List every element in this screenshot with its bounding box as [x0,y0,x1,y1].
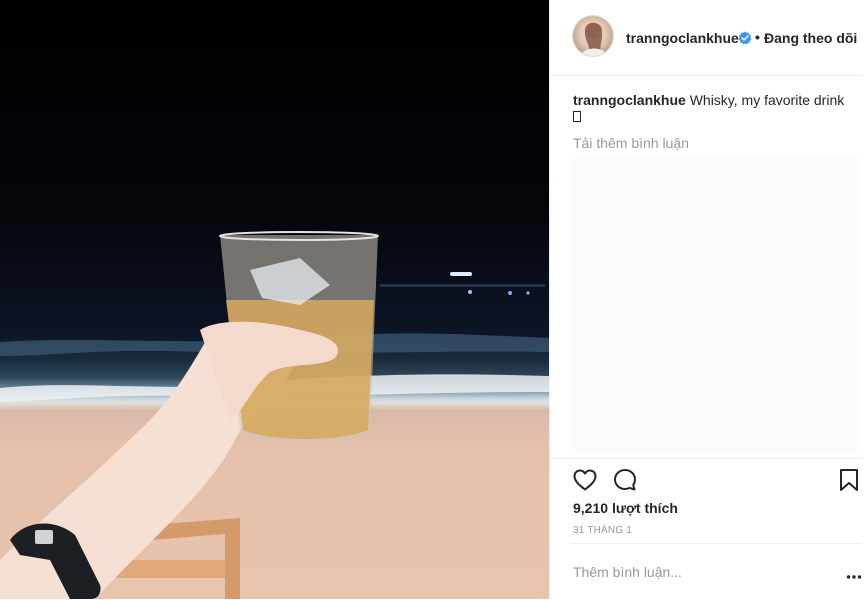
light [468,290,472,294]
shoreline-lights [380,284,545,287]
load-more-comments-link[interactable]: Tải thêm bình luận [573,134,689,152]
photo-scene [0,231,549,599]
post-actions [550,458,862,499]
avatar[interactable] [573,16,613,56]
light [450,272,472,276]
post-date[interactable]: 31 THÁNG 1 [573,525,632,537]
verified-badge-icon [738,31,752,45]
more-options-icon[interactable] [846,568,862,579]
light [508,291,512,295]
likes-number: 9,210 [573,500,609,516]
comment-bubble-icon[interactable] [612,467,638,493]
comments-area [570,158,858,454]
comment-input[interactable] [573,564,813,580]
post-caption: tranngoclankhue Whisky, my favorite drin… [573,91,853,109]
caption-text: Whisky, my favorite drink [689,92,845,108]
bookmark-icon[interactable] [836,467,862,493]
following-button[interactable]: Đang theo dõi [764,30,857,46]
separator-dot: • [755,29,760,45]
emoji-placeholder-icon [573,111,581,122]
likes-count[interactable]: 9,210 lượt thích [573,500,678,516]
watch-clasp [35,530,53,544]
light [526,291,530,295]
post-header: tranngoclankhue • Đang theo dõi [550,0,862,76]
comment-bar [570,543,862,600]
avatar-image [581,22,607,56]
caption-username[interactable]: tranngoclankhue [573,92,686,108]
post-photo[interactable] [0,0,549,599]
likes-label: lượt thích [611,500,678,516]
header-username[interactable]: tranngoclankhue [626,30,739,46]
post-side-panel: tranngoclankhue • Đang theo dõi tranngoc… [549,0,867,599]
heart-icon[interactable] [572,467,598,493]
